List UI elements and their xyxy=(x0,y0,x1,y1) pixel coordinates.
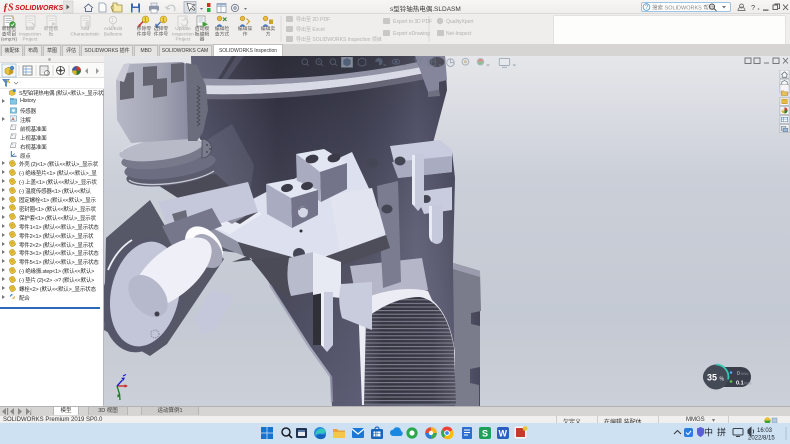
svg-text:Project: Project xyxy=(23,37,39,43)
svg-text:板: 板 xyxy=(49,30,54,37)
svg-text:Project: Project xyxy=(176,37,192,43)
svg-text:0.1: 0.1 xyxy=(736,381,744,387)
svg-text:KB/s: KB/s xyxy=(744,382,752,386)
svg-text:A: A xyxy=(11,117,15,123)
svg-text:S: S xyxy=(482,429,488,439)
svg-text:装配体: 装配体 xyxy=(4,47,19,54)
svg-text:评估: 评估 xyxy=(66,47,76,54)
svg-text:选择零: 选择零 xyxy=(154,25,169,32)
svg-text:编辑操: 编辑操 xyxy=(238,25,253,32)
svg-text:(emp:N): (emp:N) xyxy=(1,37,17,42)
svg-text:Inspection: Inspection xyxy=(19,31,41,37)
svg-text:器: 器 xyxy=(200,37,205,43)
svg-text:Balloons: Balloons xyxy=(104,31,123,37)
svg-text:QualityXpert: QualityXpert xyxy=(446,19,474,25)
svg-text:Inspection: Inspection xyxy=(172,31,194,37)
svg-text:编辑卖: 编辑卖 xyxy=(261,25,276,32)
svg-text:板编辑: 板编辑 xyxy=(195,30,210,37)
svg-text:SOLIDWORKS 插件: SOLIDWORKS 插件 xyxy=(84,47,129,54)
svg-text:Export to 3D PDF: Export to 3D PDF xyxy=(393,19,432,25)
svg-text:%: % xyxy=(720,377,725,383)
svg-text:1: 1 xyxy=(111,18,114,24)
svg-text:ƒS: ƒS xyxy=(3,3,14,14)
svg-text:件序号: 件序号 xyxy=(137,30,152,37)
svg-text:Edit: Edit xyxy=(26,26,35,32)
svg-text:?: ? xyxy=(751,3,755,12)
svg-text:布局: 布局 xyxy=(28,47,38,54)
svg-text:16:03: 16:03 xyxy=(757,428,773,434)
svg-text:Export eDrawing: Export eDrawing xyxy=(393,31,430,37)
svg-text:草图: 草图 xyxy=(47,47,57,54)
svg-text:拼: 拼 xyxy=(717,427,726,438)
svg-text:W: W xyxy=(499,429,508,439)
svg-text:编辑检: 编辑检 xyxy=(215,25,230,32)
svg-text:搜索 SOLIDWORKS 帮助: 搜索 SOLIDWORKS 帮助 xyxy=(652,4,715,12)
svg-text:MBD: MBD xyxy=(140,48,152,54)
svg-text:2022/8/15: 2022/8/15 xyxy=(748,436,775,442)
svg-text:SOLIDWORKS CAM: SOLIDWORKS CAM xyxy=(162,48,208,54)
svg-text:方: 方 xyxy=(266,30,271,37)
svg-text:中: 中 xyxy=(704,427,713,438)
svg-text:作: 作 xyxy=(243,30,248,37)
svg-text:Characteristic: Characteristic xyxy=(70,31,100,37)
svg-text:35: 35 xyxy=(707,373,717,383)
svg-text:?: ? xyxy=(645,5,649,11)
svg-text:导出至 SOLIDWORKS Inspection 项目: 导出至 SOLIDWORKS Inspection 项目 xyxy=(296,36,382,43)
svg-text:SOLIDWORKS Inspection: SOLIDWORKS Inspection xyxy=(219,48,277,54)
svg-text:SOLIDWORKS: SOLIDWORKS xyxy=(15,5,64,12)
svg-text:新建检: 新建检 xyxy=(2,25,17,32)
svg-text:导出至 2D PDF: 导出至 2D PDF xyxy=(296,16,330,23)
svg-text:Net-Inspect: Net-Inspect xyxy=(446,31,472,37)
svg-text:1: 1 xyxy=(144,18,147,24)
svg-text:件序号: 件序号 xyxy=(154,30,169,37)
svg-text:KB/s: KB/s xyxy=(741,372,749,376)
svg-text:查方式: 查方式 xyxy=(215,30,230,37)
svg-text:Add/Edit: Add/Edit xyxy=(104,26,123,32)
svg-text:0: 0 xyxy=(737,371,740,377)
svg-text:移除零: 移除零 xyxy=(137,25,152,32)
svg-text:导出至 Excel: 导出至 Excel xyxy=(296,26,325,33)
svg-text:Add: Add xyxy=(81,26,90,32)
svg-text:新建模: 新建模 xyxy=(44,25,59,32)
svg-text:启动模: 启动模 xyxy=(195,25,210,32)
svg-text:Update: Update xyxy=(175,26,191,32)
svg-text:1: 1 xyxy=(162,18,165,24)
